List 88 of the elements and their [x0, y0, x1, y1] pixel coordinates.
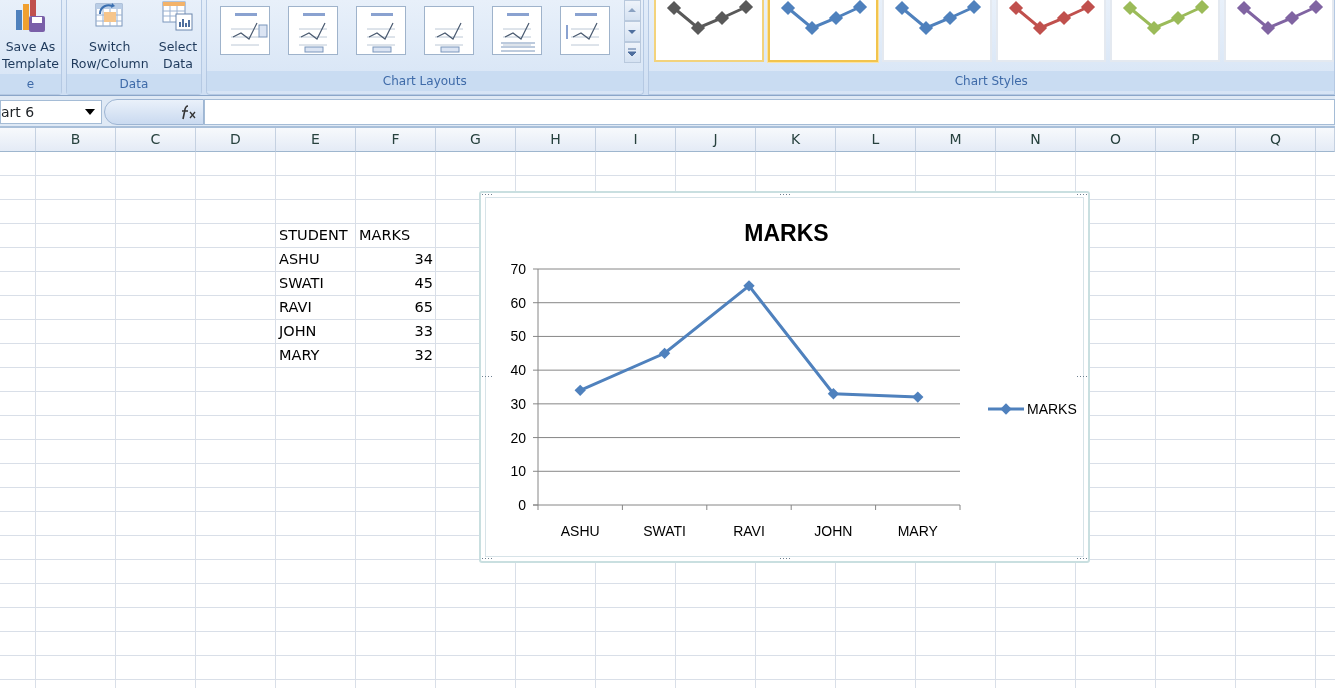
function-icon [179, 104, 197, 120]
resize-handle[interactable] [778, 193, 791, 197]
ribbon-button[interactable]: Select Data [155, 0, 201, 72]
layout-option[interactable] [287, 6, 338, 55]
name-box-value: art 6 [1, 102, 35, 122]
column-header[interactable]: F [356, 128, 436, 152]
resize-handle[interactable] [778, 557, 791, 561]
axis-label: 20 [510, 429, 526, 446]
caret-down-icon [85, 109, 95, 115]
resize-handle[interactable] [481, 375, 493, 379]
column-header[interactable]: M [916, 128, 996, 152]
group-label: Data [67, 74, 201, 94]
column-header[interactable]: B [36, 128, 116, 152]
legend-label: MARKS [1027, 401, 1077, 417]
data-point [574, 384, 586, 397]
chart-style-option[interactable] [995, 0, 1106, 62]
column-header[interactable]: L [836, 128, 916, 152]
chart-style-option[interactable] [1223, 0, 1334, 62]
table-cell-text: 65 [413, 298, 434, 317]
column-header[interactable]: J [676, 128, 756, 152]
resize-handle[interactable] [1076, 557, 1088, 561]
name-box[interactable]: art 6 [0, 100, 102, 124]
axis-label: MARY [897, 523, 938, 539]
table-cell-text: RAVI [278, 298, 313, 317]
column-header[interactable]: N [996, 128, 1076, 152]
axis-label: JOHN [814, 523, 853, 539]
scroll-down-button[interactable] [623, 21, 641, 42]
group-label: e [0, 74, 61, 94]
data-point [912, 391, 924, 403]
chart-disk-icon [14, 0, 47, 32]
layout-option[interactable] [423, 6, 474, 55]
chart-frame[interactable]: MARKS 0 10 20 30 40 50 60 70 ASHU SWATI RAVI JOHN MARY MARKS [479, 191, 1090, 563]
ribbon-button[interactable]: Switch Row/Column [67, 0, 152, 72]
table-cell-text: STUDENT [278, 226, 349, 245]
axis-label: 40 [510, 362, 526, 379]
data-point [827, 388, 840, 400]
layout-option[interactable] [559, 6, 610, 55]
data-point [658, 347, 671, 359]
column-header[interactable]: K [756, 128, 836, 152]
table-cell-text: MARY [278, 346, 321, 365]
scroll-up-button[interactable] [623, 0, 641, 21]
column-header[interactable]: D [196, 128, 276, 152]
axis-label: 0 [518, 497, 526, 513]
table-cell-text: 33 [413, 322, 434, 341]
table-cell-text: 34 [413, 250, 434, 269]
table-chart-icon [162, 0, 194, 32]
table-cell-text: 32 [413, 346, 434, 365]
column-header[interactable]: G [436, 128, 516, 152]
column-header[interactable]: H [516, 128, 596, 152]
column-header[interactable]: E [276, 128, 356, 152]
group-label: Chart Styles [648, 71, 1334, 91]
chart-style-option[interactable] [767, 0, 878, 62]
resize-handle[interactable] [481, 557, 493, 561]
resize-handle[interactable] [1076, 375, 1088, 379]
table-cell-text: ASHU [278, 250, 321, 269]
column-header[interactable]: Q [1236, 128, 1316, 152]
group-label: Chart Layouts [206, 71, 643, 91]
axis-label: 70 [510, 261, 526, 277]
chart-style-option[interactable] [653, 0, 764, 62]
column-header[interactable]: P [1156, 128, 1236, 152]
table-cell-text: MARKS [358, 226, 412, 245]
axis-label: 30 [510, 395, 526, 412]
axis-label: ASHU [560, 523, 600, 539]
chart-style-option[interactable] [881, 0, 992, 62]
resize-handle[interactable] [481, 193, 493, 197]
more-button[interactable] [623, 42, 641, 63]
expand-icon [626, 47, 639, 58]
chart-title: MARKS [744, 220, 829, 246]
column-header[interactable]: I [596, 128, 676, 152]
layout-option[interactable] [491, 6, 542, 55]
layout-option[interactable] [219, 6, 270, 55]
table-cell-text: 45 [413, 274, 434, 293]
column-header[interactable]: C [116, 128, 196, 152]
axis-label: 50 [510, 328, 526, 345]
table-cell-text: JOHN [277, 322, 318, 341]
axis-label: 60 [510, 294, 526, 311]
insert-function-button[interactable] [104, 99, 204, 125]
legend-key [988, 403, 1024, 415]
column-header[interactable]: O [1076, 128, 1156, 152]
table-cell-text: SWATI [278, 274, 325, 293]
ribbon-button[interactable]: Save As Template [0, 0, 63, 72]
formula-field[interactable] [204, 99, 1335, 125]
layout-option[interactable] [355, 6, 406, 55]
axis-label: RAVI [733, 523, 765, 539]
resize-handle[interactable] [1076, 193, 1088, 197]
data-point [743, 280, 755, 292]
axis-label: 10 [510, 463, 526, 480]
axis-label: SWATI [643, 523, 686, 539]
